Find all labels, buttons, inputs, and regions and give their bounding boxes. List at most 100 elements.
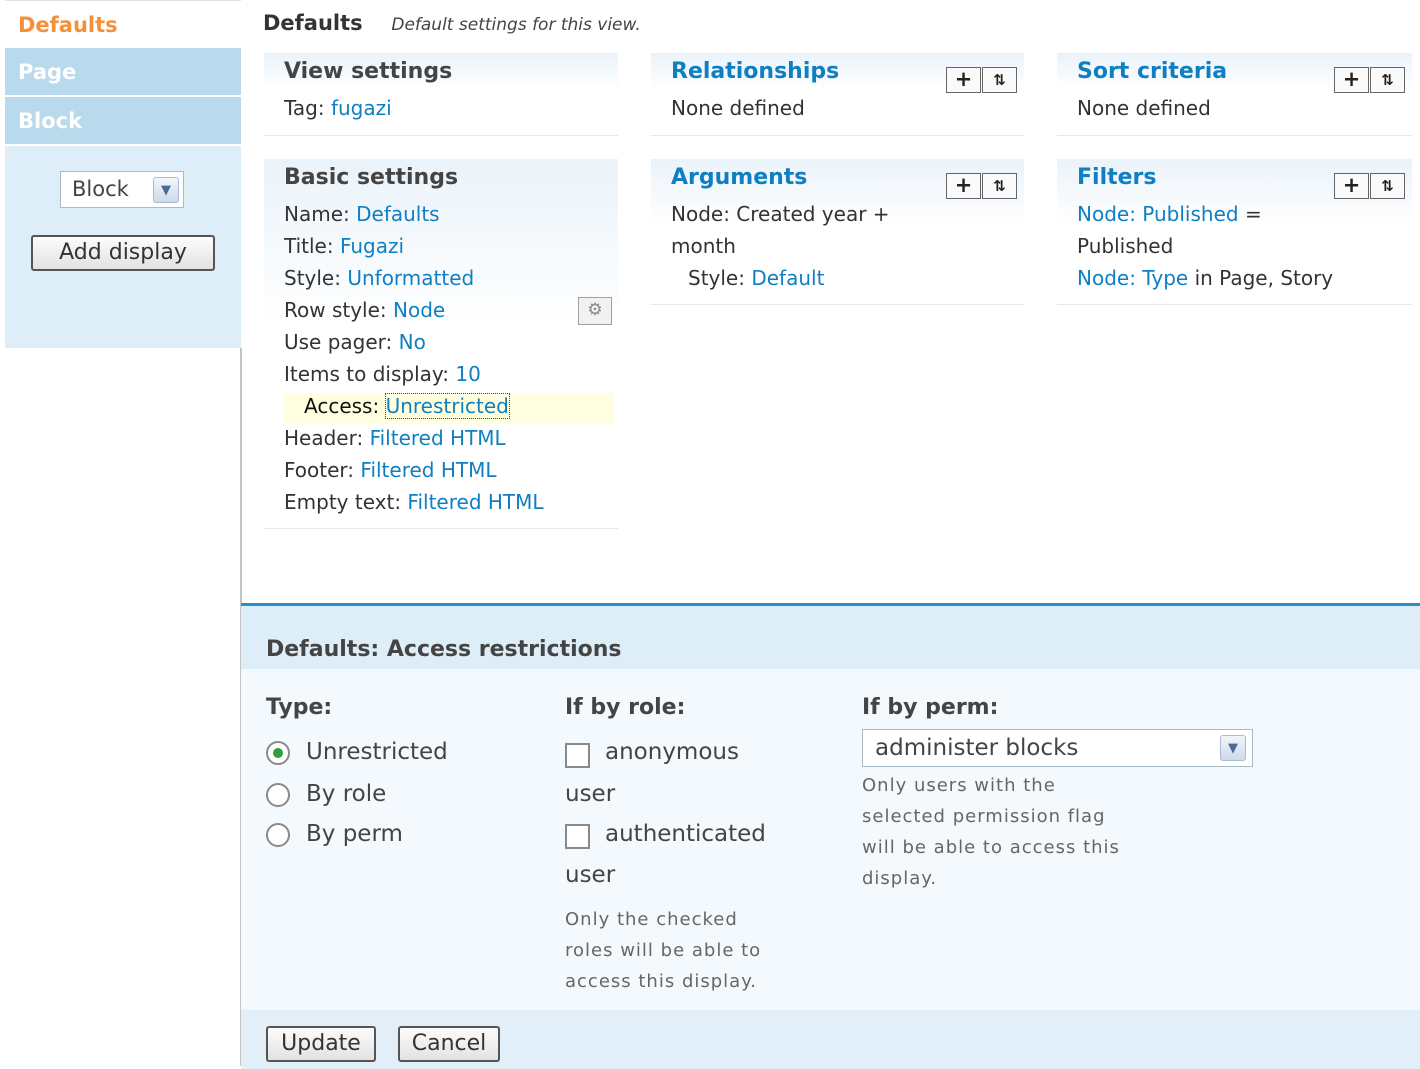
filter-operator: =: [1238, 202, 1262, 226]
filters-title-link[interactable]: Filters: [1077, 165, 1157, 190]
arguments-block: Arguments + ⇅ Node: Created year + month…: [651, 159, 1024, 305]
filter-type-values: in Page, Story: [1188, 266, 1334, 290]
setting-link-header[interactable]: Filtered HTML: [370, 426, 506, 450]
add-argument-icon[interactable]: +: [946, 173, 981, 199]
setting-link-empty-text[interactable]: Filtered HTML: [407, 490, 543, 514]
setting-row-title: Title: Fugazi: [284, 234, 404, 258]
radio-by-perm[interactable]: [266, 823, 290, 847]
arguments-title-link[interactable]: Arguments: [671, 165, 807, 190]
tab-page[interactable]: Page: [5, 48, 241, 95]
display-type-select[interactable]: Block ▼: [60, 171, 184, 208]
role-desc-line: Only the checked: [565, 909, 738, 930]
tab-block[interactable]: Block: [5, 97, 241, 144]
setting-row-items: Items to display: 10: [284, 362, 481, 386]
setting-row-row-style: Row style: Node: [284, 298, 445, 322]
gear-icon[interactable]: ⚙: [578, 297, 612, 325]
setting-link-use-pager[interactable]: No: [399, 330, 426, 354]
setting-link-row-style[interactable]: Node: [393, 298, 445, 322]
filter-link-type[interactable]: Node: Type: [1077, 266, 1188, 290]
display-tabs: Defaults Page Block Block ▼ Add display: [0, 0, 241, 348]
argument-link-line2[interactable]: month: [671, 234, 736, 258]
tag-link[interactable]: fugazi: [331, 96, 392, 120]
add-relationship-icon[interactable]: +: [946, 67, 981, 93]
role-label: If by role:: [565, 695, 686, 720]
setting-row-style: Style: Unformatted: [284, 266, 474, 290]
add-filter-icon[interactable]: +: [1334, 173, 1369, 199]
relationships-actions: + ⇅: [946, 67, 1018, 93]
setting-label: Style:: [284, 266, 341, 290]
setting-link-name[interactable]: Defaults: [356, 202, 440, 226]
setting-row-footer: Footer: Filtered HTML: [284, 458, 497, 482]
page-description: Default settings for this view.: [391, 15, 641, 35]
perm-desc-line: will be able to access this: [862, 837, 1120, 858]
setting-label: Header:: [284, 426, 364, 450]
filter-row-type: Node: Type in Page, Story: [1077, 266, 1333, 290]
tab-defaults[interactable]: Defaults: [5, 0, 241, 47]
permission-select-value: administer blocks: [875, 735, 1079, 761]
relationships-title-link[interactable]: Relationships: [671, 59, 839, 84]
checkbox-label-anonymous: anonymous: [605, 739, 739, 765]
cancel-button[interactable]: Cancel: [398, 1026, 500, 1062]
view-settings-title: View settings: [284, 59, 453, 84]
display-type-value: Block: [72, 177, 129, 201]
radio-label-by-perm: By perm: [306, 821, 403, 847]
rearrange-sort-icon[interactable]: ⇅: [1370, 67, 1405, 93]
checkbox-label-authenticated-cont: user: [565, 862, 616, 888]
checkbox-authenticated-user[interactable]: [565, 824, 590, 849]
setting-label: Use pager:: [284, 330, 393, 354]
tag-row: Tag: fugazi: [284, 96, 392, 120]
rearrange-arguments-icon[interactable]: ⇅: [982, 173, 1017, 199]
filter-value-published: Published: [1077, 234, 1174, 258]
rearrange-filters-icon[interactable]: ⇅: [1370, 173, 1405, 199]
setting-label: Name:: [284, 202, 350, 226]
setting-link-footer[interactable]: Filtered HTML: [360, 458, 496, 482]
setting-link-items[interactable]: 10: [455, 362, 480, 386]
setting-link-title[interactable]: Fugazi: [340, 234, 404, 258]
argument-style-row: Style: Default: [688, 266, 824, 290]
sort-criteria-title-link[interactable]: Sort criteria: [1077, 59, 1227, 84]
setting-row-empty-text: Empty text: Filtered HTML: [284, 490, 544, 514]
add-display-button[interactable]: Add display: [31, 235, 215, 271]
radio-label-unrestricted: Unrestricted: [306, 739, 448, 765]
setting-link-style[interactable]: Unformatted: [347, 266, 474, 290]
radio-unrestricted[interactable]: [266, 741, 290, 765]
role-desc-line: access this display.: [565, 971, 758, 992]
sort-criteria-actions: + ⇅: [1334, 67, 1406, 93]
setting-row-access: Access: Unrestricted: [304, 393, 510, 419]
setting-label: Footer:: [284, 458, 355, 482]
rearrange-relationships-icon[interactable]: ⇅: [982, 67, 1017, 93]
form-header: Defaults: Access restrictions: [241, 606, 1420, 669]
setting-link-access[interactable]: Unrestricted: [384, 393, 510, 419]
role-desc-line: roles will be able to: [565, 940, 762, 961]
chevron-down-icon: ▼: [153, 177, 179, 203]
type-label: Type:: [266, 695, 333, 720]
add-sort-icon[interactable]: +: [1334, 67, 1369, 93]
filters-block: Filters + ⇅ Node: Published = Published …: [1057, 159, 1412, 305]
setting-row-use-pager: Use pager: No: [284, 330, 426, 354]
arguments-actions: + ⇅: [946, 173, 1018, 199]
perm-desc-line: display.: [862, 868, 938, 889]
radio-by-role[interactable]: [266, 783, 290, 807]
argument-style-link[interactable]: Default: [751, 266, 824, 290]
perm-label: If by perm:: [862, 695, 999, 720]
form-footer: Update Cancel: [241, 1010, 1420, 1069]
basic-settings-title: Basic settings: [284, 165, 459, 190]
checkbox-label-anonymous-cont: user: [565, 781, 616, 807]
sort-criteria-block: Sort criteria + ⇅ None defined: [1057, 53, 1412, 136]
page-title: Defaults: [263, 11, 363, 35]
setting-row-name: Name: Defaults: [284, 202, 440, 226]
checkbox-label-authenticated: authenticated: [605, 821, 766, 847]
setting-label: Title:: [284, 234, 334, 258]
permission-select[interactable]: administer blocks ▼: [862, 729, 1253, 767]
basic-settings-block: Basic settings Name: Defaults Title: Fug…: [264, 159, 618, 529]
filter-link-published[interactable]: Node: Published: [1077, 202, 1239, 226]
view-header: Defaults Default settings for this view.: [263, 11, 641, 35]
perm-desc-line: selected permission flag: [862, 806, 1106, 827]
role-description: Only the checked roles will be able to a…: [565, 904, 761, 997]
checkbox-anonymous-user[interactable]: [565, 743, 590, 768]
argument-link-line1[interactable]: Node: Created year +: [671, 202, 890, 226]
setting-label: Access:: [304, 394, 380, 418]
filters-actions: + ⇅: [1334, 173, 1406, 199]
update-button[interactable]: Update: [266, 1026, 376, 1062]
chevron-down-icon: ▼: [1220, 735, 1246, 761]
